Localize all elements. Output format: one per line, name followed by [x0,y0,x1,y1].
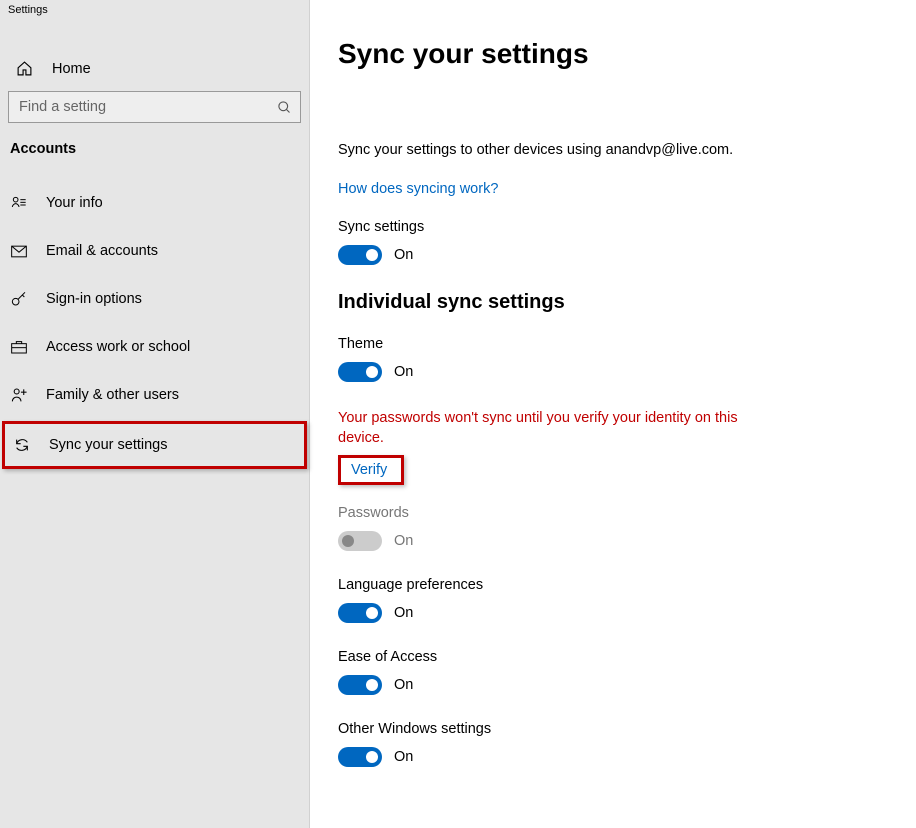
other-state: On [394,749,413,765]
sidebar-item-label: Your info [46,195,103,211]
ease-label: Ease of Access [338,649,888,665]
key-icon [10,291,28,307]
help-link[interactable]: How does syncing work? [338,181,498,197]
section-title: Accounts [0,141,309,179]
other-toggle[interactable] [338,747,382,767]
sync-settings-toggle[interactable] [338,245,382,265]
family-icon [10,387,28,403]
search-input[interactable]: Find a setting [8,91,301,123]
passwords-toggle [338,531,382,551]
verify-link[interactable]: Verify [338,455,404,485]
home-icon [16,60,36,77]
sidebar-item-email-accounts[interactable]: Email & accounts [0,227,309,275]
theme-state: On [394,364,413,380]
window-title: Settings [0,0,309,20]
password-warning: Your passwords won't sync until you veri… [338,408,768,449]
sidebar-item-sync-settings[interactable]: Sync your settings [2,421,307,469]
theme-label: Theme [338,336,888,352]
sidebar-item-label: Email & accounts [46,243,158,259]
ease-state: On [394,677,413,693]
sidebar-item-label: Sign-in options [46,291,142,307]
page-title: Sync your settings [338,38,888,70]
home-button[interactable]: Home [0,50,309,91]
passwords-label: Passwords [338,505,888,521]
ease-toggle[interactable] [338,675,382,695]
sidebar-item-access-work-school[interactable]: Access work or school [0,323,309,371]
home-label: Home [52,61,91,77]
sidebar: Settings Home Find a setting Accounts Yo… [0,0,310,828]
lang-label: Language preferences [338,577,888,593]
passwords-state: On [394,533,413,549]
individual-heading: Individual sync settings [338,291,888,314]
sync-description: Sync your settings to other devices usin… [338,142,888,158]
search-icon [277,100,292,115]
sidebar-item-label: Sync your settings [49,437,167,453]
sidebar-item-your-info[interactable]: Your info [0,179,309,227]
sidebar-item-label: Access work or school [46,339,190,355]
sync-icon [13,437,31,453]
lang-state: On [394,605,413,621]
sync-settings-state: On [394,247,413,263]
main-content: Sync your settings Sync your settings to… [310,0,916,828]
user-info-icon [10,195,28,211]
search-placeholder: Find a setting [19,99,106,115]
mail-icon [10,245,28,258]
sidebar-item-label: Family & other users [46,387,179,403]
sync-settings-label: Sync settings [338,219,888,235]
other-label: Other Windows settings [338,721,888,737]
briefcase-icon [10,340,28,354]
sidebar-item-signin-options[interactable]: Sign-in options [0,275,309,323]
theme-toggle[interactable] [338,362,382,382]
lang-toggle[interactable] [338,603,382,623]
sidebar-item-family-users[interactable]: Family & other users [0,371,309,419]
